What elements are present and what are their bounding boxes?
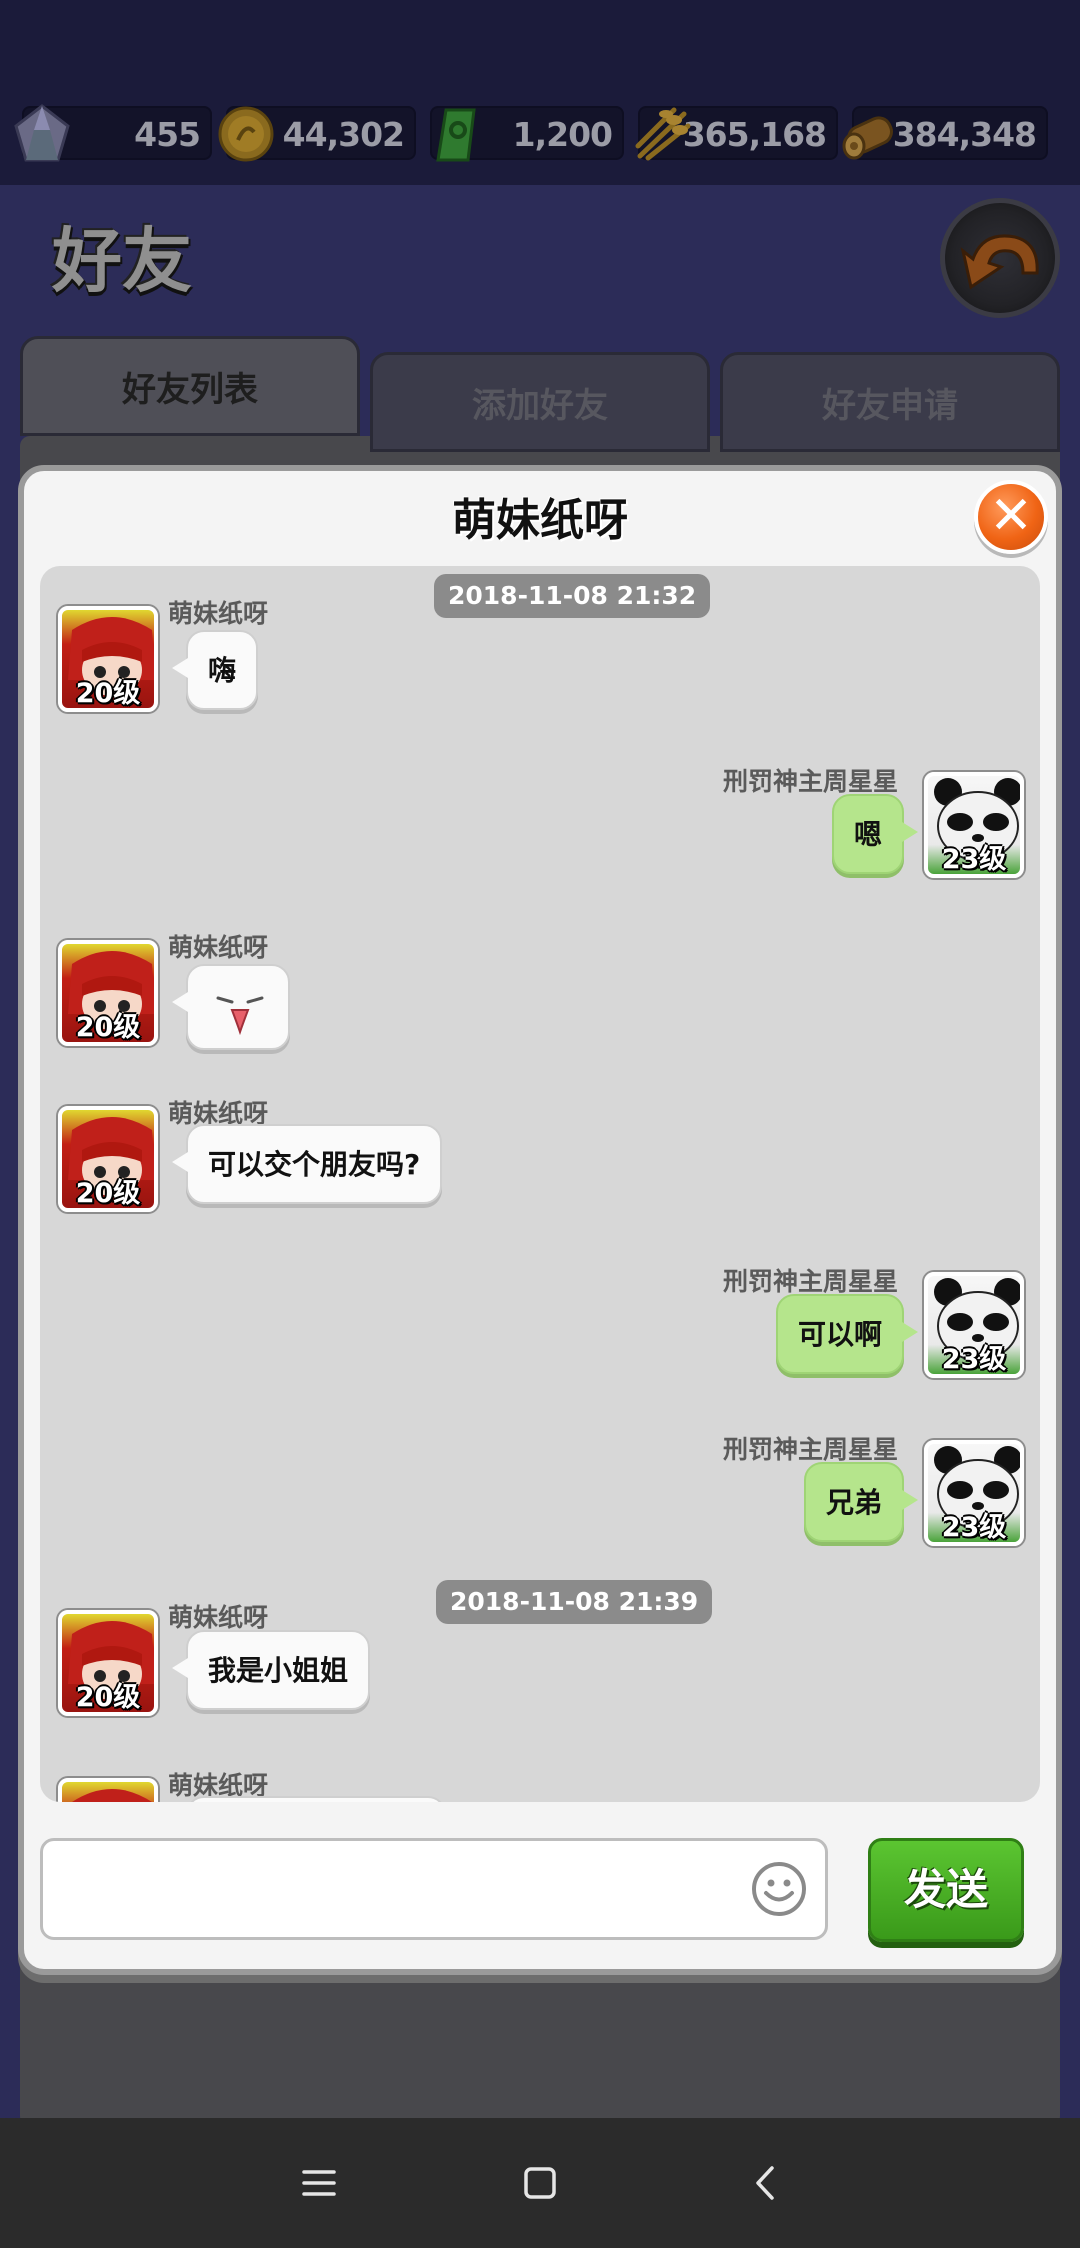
close-icon: ✕ (989, 486, 1033, 546)
sender-name: 萌妹纸呀 (168, 599, 269, 628)
message-bubble[interactable]: 嗯 (831, 794, 919, 874)
crystal-icon (14, 104, 70, 162)
message-bubble[interactable]: 我是小姐姐 (171, 1630, 371, 1710)
level-label: 23级 (941, 1344, 1007, 1375)
back-chevron-icon[interactable] (742, 2158, 792, 2208)
coin-icon (218, 106, 274, 162)
level-label: 20级 (75, 1682, 141, 1713)
avatar[interactable]: 23级 (924, 1272, 1024, 1378)
avatar[interactable] (58, 1778, 158, 1802)
smiley-icon[interactable] (750, 1860, 808, 1918)
resource-value: 1,200 (512, 115, 613, 154)
wood-log-icon (842, 116, 893, 160)
close-button[interactable]: ✕ (974, 480, 1048, 554)
menu-icon[interactable] (294, 2158, 344, 2208)
resource-value: 44,302 (282, 115, 405, 154)
level-label: 20级 (75, 1012, 141, 1043)
avatar[interactable]: 23级 (924, 1440, 1024, 1546)
sender-name: 刑罚神主周星星 (722, 767, 898, 796)
tab-add-friend[interactable]: 添加好友 (370, 352, 710, 452)
avatar[interactable]: 20级 (58, 1610, 158, 1716)
avatar[interactable]: 20级 (58, 606, 158, 712)
chat-message-list[interactable]: 2018-11-08 21:32 20级 萌妹纸呀 嗨 刑罚神主周星星 嗯 23… (40, 566, 1040, 1802)
home-square-icon[interactable] (515, 2158, 565, 2208)
avatar[interactable]: 20级 (58, 1106, 158, 1212)
message-bubble[interactable]: 兄弟 (803, 1462, 919, 1542)
sender-name: 萌妹纸呀 (168, 933, 269, 962)
back-arrow-icon (960, 234, 1039, 290)
timestamp: 2018-11-08 21:32 (434, 574, 711, 618)
message-bubble[interactable] (186, 1796, 446, 1802)
tongue-out-emoji (216, 996, 264, 1036)
sender-name: 刑罚神主周星星 (722, 1267, 898, 1296)
sender-name: 刑罚神主周星星 (722, 1435, 898, 1464)
tab-friend-list[interactable]: 好友列表 (20, 336, 360, 436)
level-label: 23级 (941, 1512, 1007, 1543)
message-bubble[interactable]: 可以交个朋友吗? (171, 1124, 443, 1204)
emoji-message-bubble[interactable] (172, 964, 290, 1050)
tab-friend-requests[interactable]: 好友申请 (720, 352, 1060, 452)
send-button[interactable]: 发送 (868, 1838, 1024, 1942)
avatar[interactable]: 20级 (58, 940, 158, 1046)
girl-avatar-icon (72, 1789, 152, 1802)
message-input[interactable] (40, 1838, 828, 1940)
page-title: 好友 (52, 220, 192, 302)
timestamp: 2018-11-08 21:39 (436, 1580, 713, 1624)
back-button[interactable] (940, 198, 1060, 318)
dialog-title: 萌妹纸呀 (452, 495, 628, 546)
resource-value: 455 (134, 115, 201, 154)
level-label: 20级 (75, 678, 141, 709)
wheat-icon (635, 107, 691, 161)
avatar[interactable]: 23级 (924, 772, 1024, 878)
resource-value: 384,348 (892, 115, 1037, 154)
message-bubble[interactable]: 嗨 (171, 630, 259, 710)
level-label: 23级 (941, 844, 1007, 875)
message-bubble[interactable]: 可以啊 (775, 1294, 919, 1374)
resource-value: 365,168 (682, 115, 827, 154)
gem-card-icon (436, 108, 476, 162)
sender-name: 萌妹纸呀 (168, 1603, 269, 1632)
level-label: 20级 (75, 1178, 141, 1209)
